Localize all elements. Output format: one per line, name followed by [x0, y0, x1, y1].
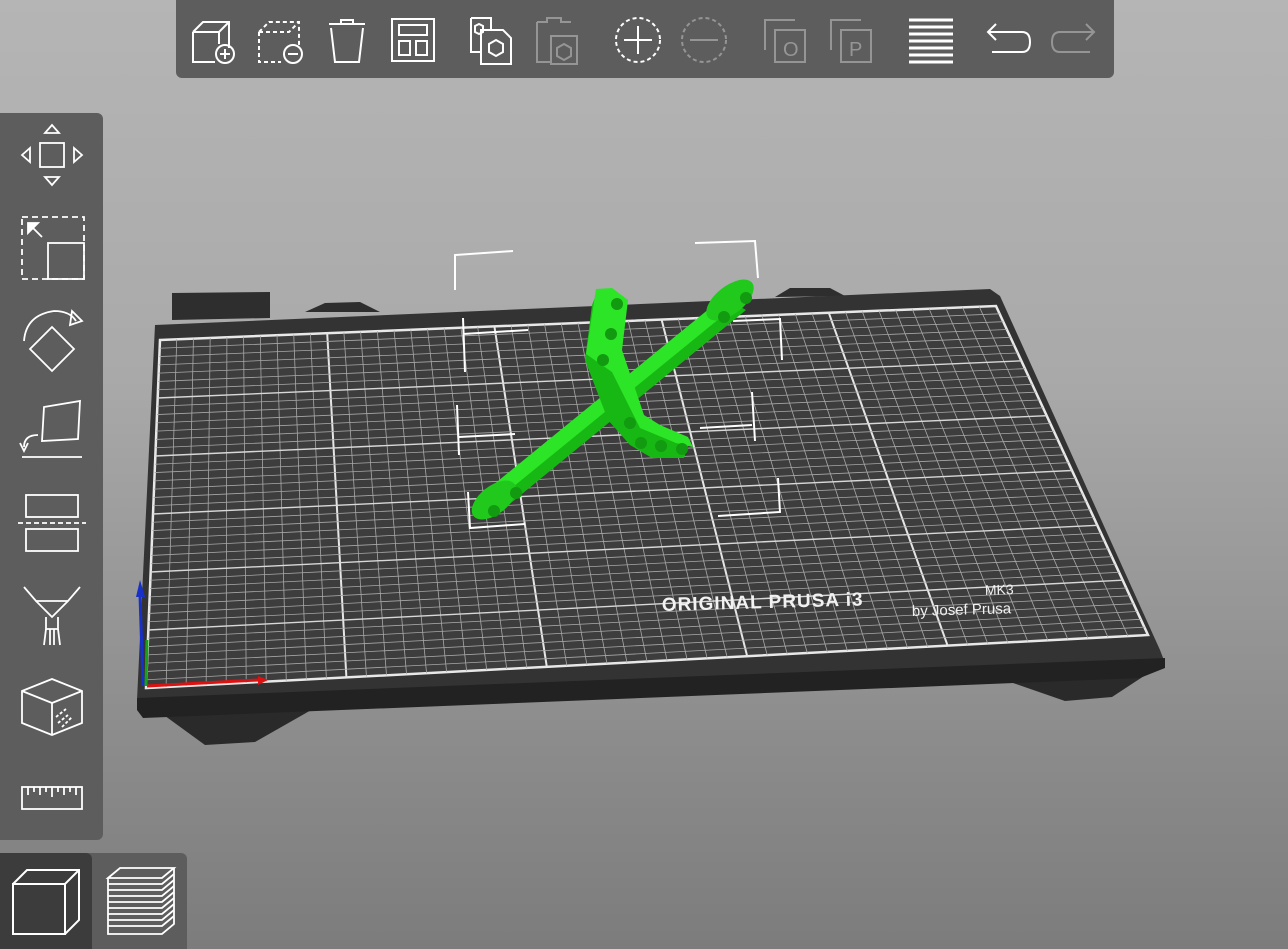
axis-y	[144, 639, 149, 687]
seam-paint-tool-button[interactable]	[14, 669, 90, 745]
move-tool-button[interactable]	[14, 117, 90, 193]
cut-icon	[18, 494, 86, 552]
delete-all-trash-icon	[329, 19, 365, 63]
preview-tab[interactable]	[95, 853, 187, 949]
preview-layers-icon	[105, 867, 177, 935]
3d-view-tab[interactable]	[0, 853, 92, 949]
delete-button[interactable]	[254, 12, 308, 68]
paste-icon	[536, 17, 578, 65]
3d-scene-canvas[interactable]: ORIGINAL PRUSA i3 MK3 by Josef Prusa	[0, 0, 1288, 949]
rotate-tool-button[interactable]	[14, 301, 90, 377]
layers-editing-icon	[909, 18, 953, 64]
arrange-button[interactable]	[386, 12, 440, 68]
bed-byline: by Josef Prusa	[912, 600, 1012, 620]
undo-button[interactable]	[981, 12, 1035, 68]
support-paint-icon	[23, 586, 81, 646]
bed-rear-bump-left	[172, 292, 270, 320]
rotate-icon	[23, 309, 84, 373]
place-on-face-icon	[19, 399, 82, 458]
bed-rear-bump-mid	[305, 302, 380, 312]
redo-button[interactable]	[1047, 12, 1101, 68]
add-object-icon	[192, 21, 235, 64]
measure-icon	[21, 786, 83, 810]
add-object-button[interactable]	[188, 12, 242, 68]
measure-tool-button[interactable]	[14, 759, 90, 835]
copy-icon	[470, 17, 512, 65]
delete-all-button[interactable]	[320, 12, 374, 68]
add-instance-button[interactable]	[611, 12, 665, 68]
bed-printer-model: MK3	[985, 581, 1014, 598]
redo-icon	[1050, 23, 1096, 53]
seam-paint-icon	[21, 678, 83, 736]
delete-icon-dashed-cube	[258, 21, 303, 64]
remove-instance-icon	[681, 17, 727, 63]
copy-button[interactable]	[464, 12, 518, 68]
layers-editing-button[interactable]	[904, 12, 958, 68]
cut-tool-button[interactable]	[14, 485, 90, 561]
view-toggle-bar	[0, 853, 187, 949]
3d-view-icon	[12, 869, 80, 935]
move-icon	[20, 123, 84, 187]
support-paint-tool-button[interactable]	[14, 577, 90, 653]
split-parts-icon: P	[830, 19, 872, 63]
top-toolbar: O P	[176, 0, 1114, 78]
split-objects-button[interactable]: O	[758, 12, 812, 68]
split-parts-button[interactable]: P	[824, 12, 878, 68]
bed-rear-bump-right	[775, 288, 845, 297]
remove-instance-button[interactable]	[677, 12, 731, 68]
place-on-face-tool-button[interactable]	[14, 393, 90, 469]
scale-tool-button[interactable]	[14, 209, 90, 285]
scale-icon	[21, 216, 85, 280]
arrange-icon	[391, 18, 435, 62]
svg-text:P: P	[849, 39, 862, 61]
add-instance-icon	[615, 17, 661, 63]
paste-button[interactable]	[530, 12, 584, 68]
left-gizmo-toolbar	[0, 113, 103, 840]
undo-icon	[986, 23, 1032, 53]
svg-text:O: O	[783, 39, 799, 61]
split-objects-icon: O	[764, 19, 806, 63]
